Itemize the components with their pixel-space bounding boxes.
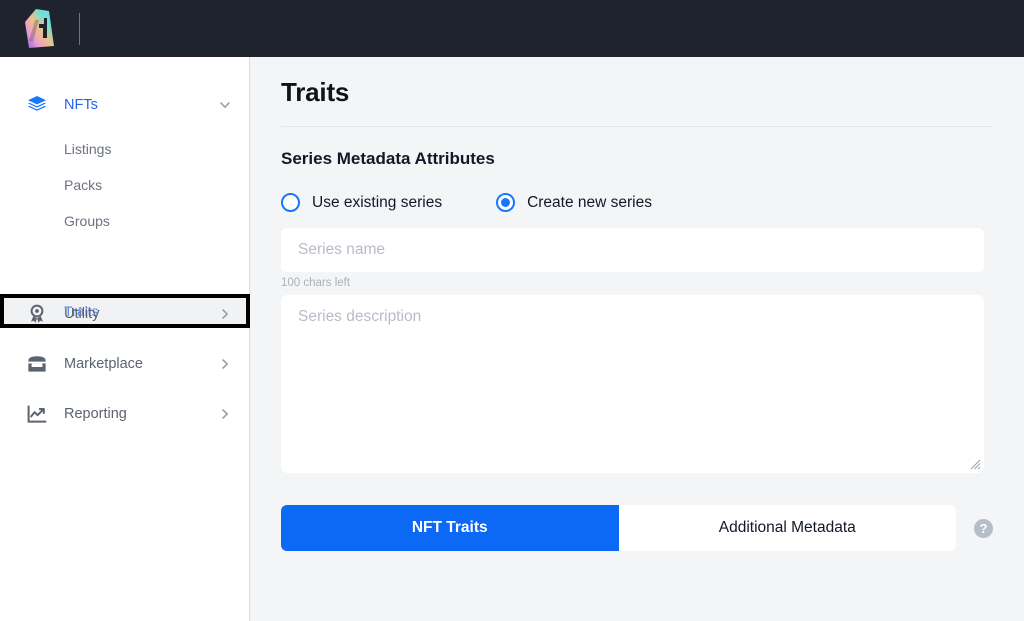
series-name-input[interactable] [281, 228, 984, 272]
sidebar-subitem-label-packs: Packs [64, 177, 103, 193]
storefront-icon [26, 353, 48, 375]
chevron-right-icon[interactable] [219, 358, 231, 370]
traits-tab-group: NFT Traits Additional Metadata ? [281, 505, 993, 551]
chars-left-counter: 100 chars left [281, 277, 351, 289]
main-content: Traits Series Metadata Attributes Use ex… [250, 57, 1024, 621]
radio-use-existing-series[interactable]: Use existing series [281, 193, 442, 212]
sidebar-subitem-label-listings: Listings [64, 141, 112, 157]
sidebar: NFTs Listings Packs Groups Traits Utilit… [0, 57, 250, 621]
sidebar-item-label-utility: Utility [64, 306, 100, 322]
brand-logo[interactable] [0, 0, 79, 57]
sidebar-item-reporting[interactable]: Reporting [0, 392, 249, 436]
chevron-right-icon[interactable] [219, 408, 231, 420]
award-ribbon-icon [26, 303, 48, 325]
sidebar-item-utility[interactable]: Utility [0, 292, 249, 336]
chevron-down-icon[interactable] [219, 99, 231, 111]
sidebar-item-marketplace[interactable]: Marketplace [0, 342, 249, 386]
sidebar-item-nfts[interactable]: NFTs [0, 83, 249, 127]
chevron-right-icon[interactable] [219, 308, 231, 320]
radio-create-new-series[interactable]: Create new series [496, 193, 652, 212]
sidebar-item-label-marketplace: Marketplace [64, 356, 143, 372]
series-description-input[interactable] [281, 295, 984, 473]
tab-nft-traits[interactable]: NFT Traits [281, 505, 619, 551]
tab-additional-metadata[interactable]: Additional Metadata [618, 505, 956, 551]
radio-circle-unselected-icon [281, 193, 300, 212]
radio-label-use-existing-series: Use existing series [312, 193, 443, 211]
topbar-divider [79, 12, 80, 45]
series-mode-radio-group: Use existing series Create new series [281, 193, 993, 212]
help-icon[interactable]: ? [974, 518, 993, 538]
radio-dot [501, 198, 511, 207]
series-description-wrapper [281, 295, 984, 473]
layers-icon [26, 94, 48, 116]
chart-trending-icon [26, 403, 48, 425]
sidebar-subitem-groups[interactable]: Groups [0, 203, 249, 239]
sidebar-subitem-packs[interactable]: Packs [0, 167, 249, 203]
sidebar-item-label-reporting: Reporting [64, 406, 127, 422]
sidebar-subitem-listings[interactable]: Listings [0, 131, 249, 167]
sidebar-item-label-nfts: NFTs [64, 97, 98, 113]
brand-logo-icon [24, 8, 54, 48]
page-title: Traits [281, 77, 350, 107]
radio-label-create-new-series: Create new series [527, 193, 652, 211]
section-title: Series Metadata Attributes [281, 149, 495, 168]
sidebar-subitem-label-groups: Groups [64, 213, 110, 229]
radio-circle-selected-icon [496, 193, 516, 212]
top-bar [0, 0, 1024, 57]
